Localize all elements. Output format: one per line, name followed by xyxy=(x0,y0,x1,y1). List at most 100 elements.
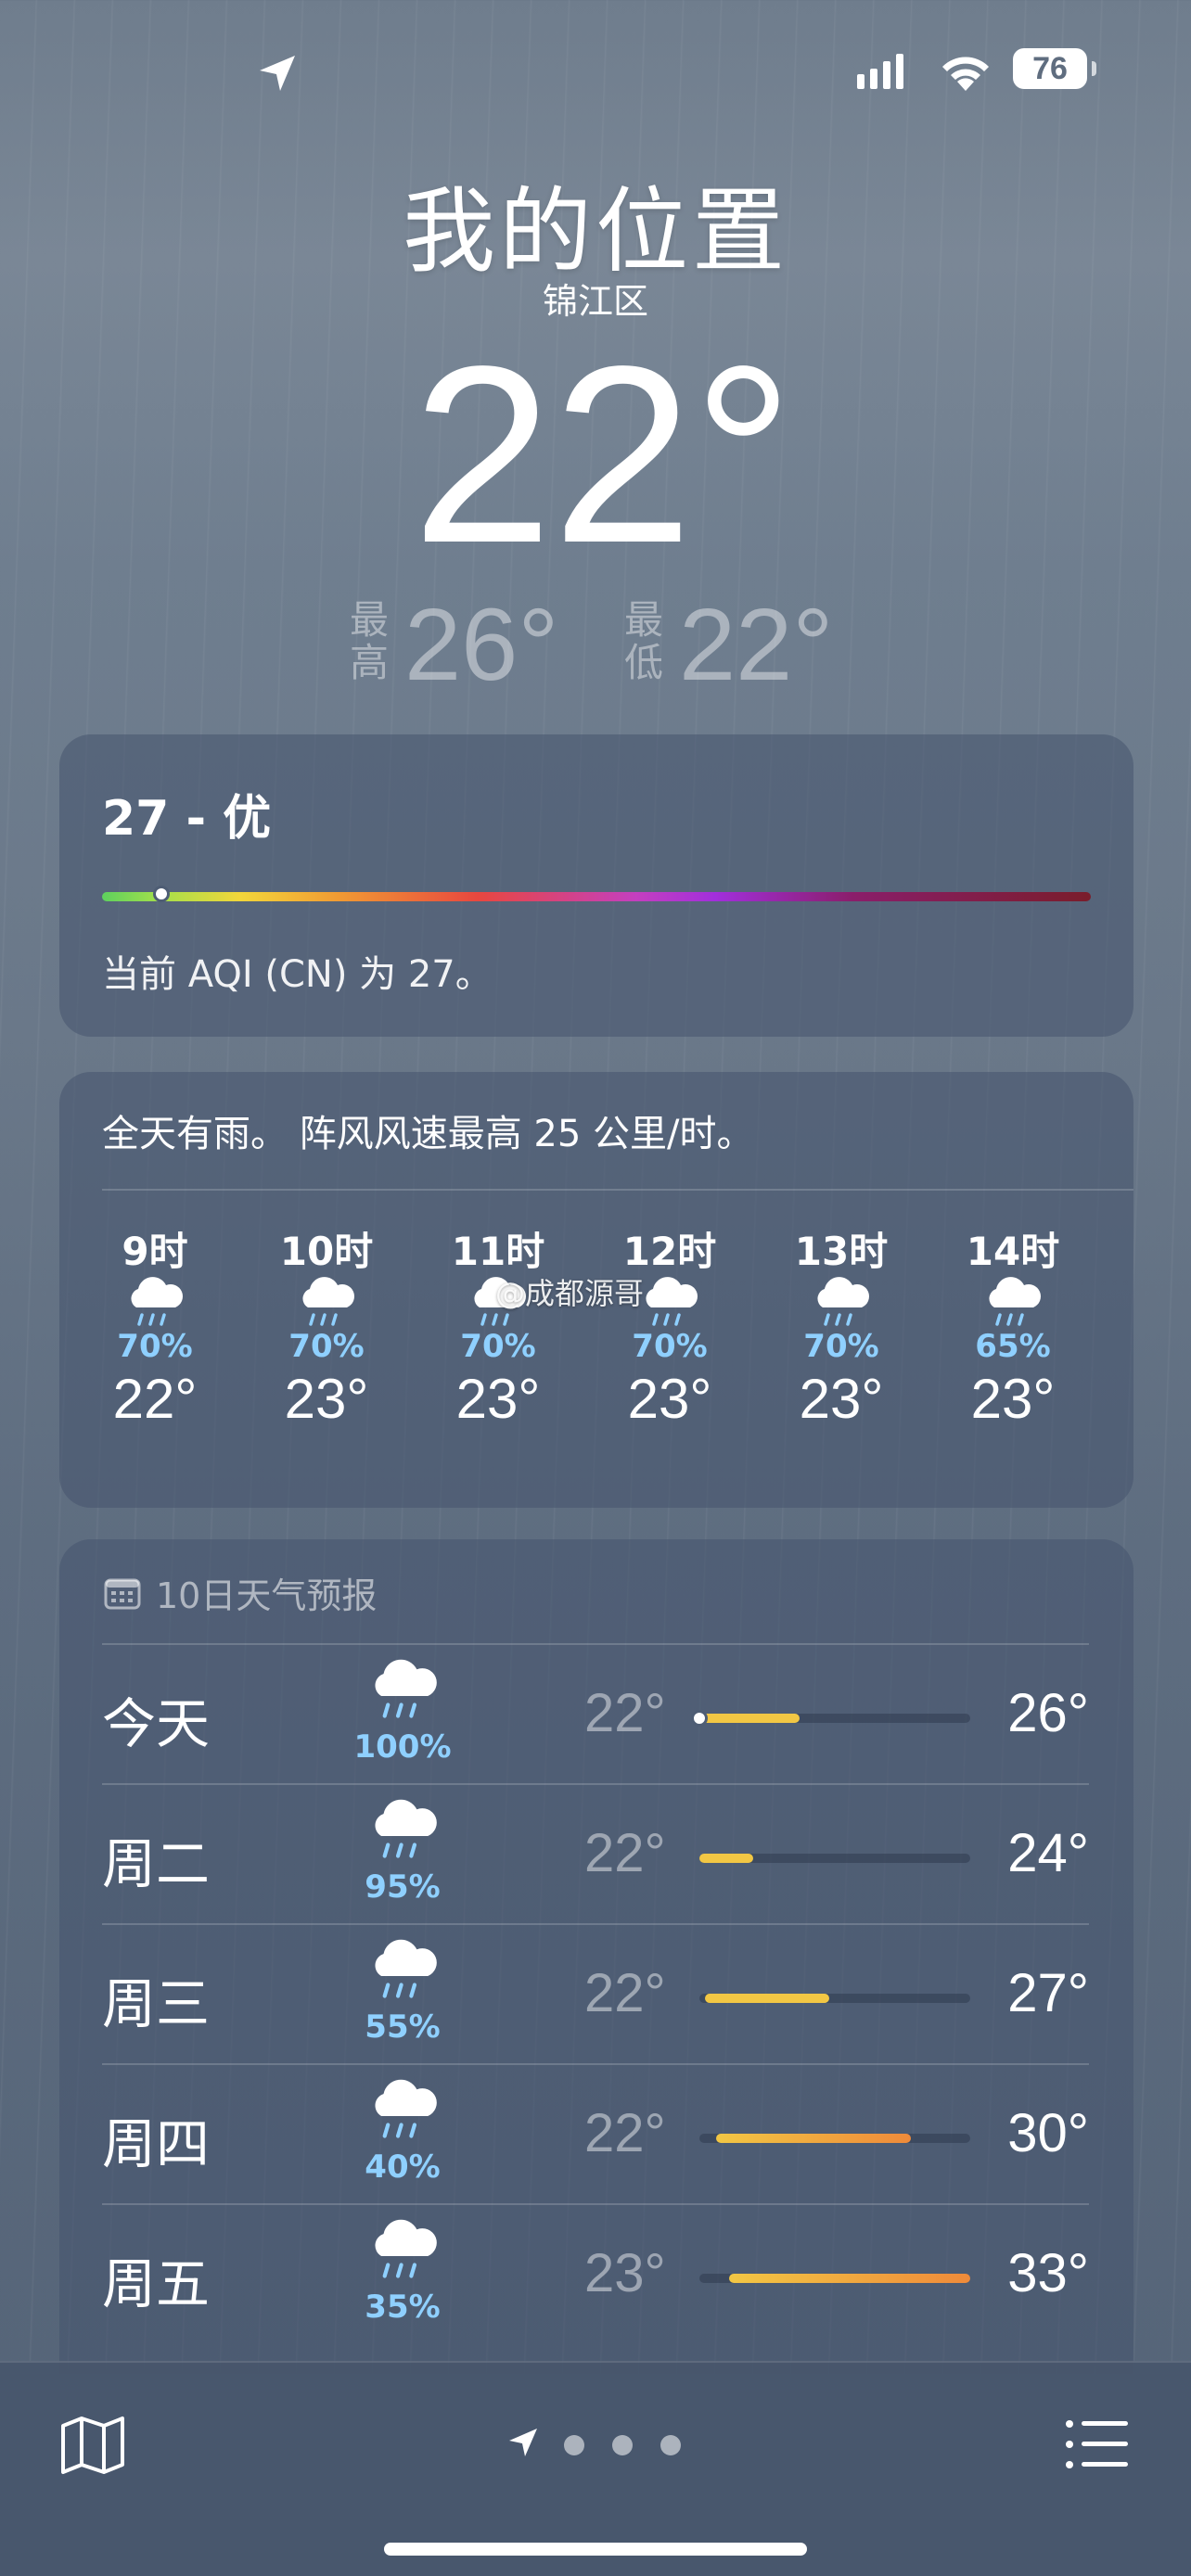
hour-precip: 70% xyxy=(632,1328,708,1365)
hour-time: 11时 xyxy=(451,1229,545,1274)
forecast-row[interactable]: 周五 35% 23° 33° xyxy=(59,2205,1133,2346)
location-title: 我的位置 xyxy=(403,177,788,286)
forecast-day: 周五 xyxy=(102,2252,211,2315)
temperature-range-track xyxy=(699,1994,970,2003)
wifi-icon xyxy=(942,57,989,91)
hour-temp: 23° xyxy=(799,1368,884,1430)
hour-time: 9时 xyxy=(122,1229,188,1274)
watermark: @成都源哥 xyxy=(495,1276,645,1311)
rain-cloud-icon xyxy=(817,1277,869,1326)
hour-temp: 23° xyxy=(455,1368,541,1430)
list-icon[interactable] xyxy=(1065,2417,1130,2472)
hour-precip: 70% xyxy=(803,1328,879,1365)
forecast-low: 22° xyxy=(584,2103,666,2163)
forecast-precip: 95% xyxy=(365,1868,441,1906)
forecast-title: 10日天气预报 xyxy=(156,1575,378,1616)
hour-item: 11时 70% 23° xyxy=(429,1220,568,1431)
page-dot[interactable] xyxy=(612,2435,633,2455)
high-label: 最高 xyxy=(349,597,389,685)
forecast-low: 22° xyxy=(584,1823,666,1883)
forecast-low: 22° xyxy=(584,1683,666,1743)
forecast-high: 27° xyxy=(1007,1963,1089,2023)
temperature-range-track xyxy=(691,1710,970,1727)
aqi-value: 27 - 优 xyxy=(102,791,272,847)
forecast-precip: 40% xyxy=(365,2149,441,2186)
temperature-range-fill xyxy=(704,1994,830,2003)
current-temperature: 22° xyxy=(412,313,794,595)
home-indicator xyxy=(384,2543,807,2556)
hour-time: 14时 xyxy=(966,1229,1060,1274)
hourly-list[interactable]: 9时 70% 22° 10时 70% 23° 11时 70% 23° 12时 70% 23° 13时 70… xyxy=(85,1220,1133,1489)
rain-cloud-icon xyxy=(375,2079,437,2138)
hour-precip: 70% xyxy=(117,1328,193,1365)
divider xyxy=(102,2063,1089,2065)
hour-temp: 23° xyxy=(284,1368,369,1430)
hour-precip: 70% xyxy=(460,1328,536,1365)
high-low-temperature: 最高 26° 最低 22° xyxy=(0,588,1191,705)
hour-precip: 70% xyxy=(288,1328,365,1365)
temperature-range-fill xyxy=(699,1854,754,1863)
forecast-day: 周三 xyxy=(102,1972,211,2035)
divider xyxy=(102,1923,1089,1925)
temperature-range-track xyxy=(699,2134,970,2143)
air-quality-card[interactable]: 27 - 优 当前 AQI (CN) 为 27。 xyxy=(59,734,1133,1037)
forecast-high: 26° xyxy=(1007,1683,1089,1743)
cellular-signal-icon xyxy=(857,54,903,89)
hour-item: 9时 70% 22° xyxy=(85,1220,224,1431)
aqi-scale-bar xyxy=(102,892,1091,901)
hour-item: 10时 70% 23° xyxy=(257,1220,396,1431)
battery-indicator: 76 xyxy=(1013,48,1096,89)
temperature-range-fill xyxy=(699,1714,800,1723)
divider xyxy=(102,1189,1133,1191)
forecast-row[interactable]: 周二 95% 22° 24° xyxy=(59,1785,1133,1926)
bottom-toolbar xyxy=(0,2361,1191,2576)
high-temperature: 26° xyxy=(404,588,559,702)
divider xyxy=(102,2203,1089,2205)
rain-cloud-icon xyxy=(375,2219,437,2278)
aqi-description: 当前 AQI (CN) 为 27。 xyxy=(102,953,493,996)
forecast-high: 30° xyxy=(1007,2103,1089,2163)
forecast-row[interactable]: 周三 55% 22° 27° xyxy=(59,1925,1133,2066)
divider xyxy=(102,1643,1089,1645)
status-bar: 76 xyxy=(0,0,1191,139)
forecast-row[interactable]: 今天 100% 22° 26° xyxy=(59,1645,1133,1786)
page-indicator[interactable] xyxy=(506,2424,692,2470)
temperature-range-fill xyxy=(729,2274,970,2283)
aqi-indicator-dot xyxy=(152,886,170,902)
hour-item: 12时 70% 23° xyxy=(600,1220,739,1431)
page-dot[interactable] xyxy=(564,2435,584,2455)
hour-precip: 65% xyxy=(975,1328,1051,1365)
rain-cloud-icon xyxy=(375,1799,437,1858)
forecast-day: 今天 xyxy=(102,1692,211,1755)
divider xyxy=(102,1783,1089,1785)
location-arrow-icon xyxy=(509,2429,537,2456)
rain-cloud-icon xyxy=(375,1659,437,1718)
hour-temp: 23° xyxy=(970,1368,1056,1430)
hour-item: 14时 65% 23° xyxy=(943,1220,1082,1431)
forecast-high: 33° xyxy=(1007,2243,1089,2303)
map-icon[interactable] xyxy=(59,2415,126,2476)
current-temperature-dot xyxy=(691,1710,708,1727)
forecast-day: 周四 xyxy=(102,2112,211,2175)
forecast-low: 22° xyxy=(584,1963,666,2023)
hour-temp: 22° xyxy=(112,1368,198,1430)
hourly-summary: 全天有雨。 阵风风速最高 25 公里/时。 xyxy=(102,1113,754,1155)
forecast-row[interactable]: 周四 40% 22° 30° xyxy=(59,2065,1133,2206)
calendar-icon xyxy=(104,1578,141,1610)
rain-cloud-icon xyxy=(989,1277,1041,1326)
page-dot[interactable] xyxy=(660,2435,681,2455)
rain-cloud-icon xyxy=(375,1939,437,1998)
low-label: 最低 xyxy=(623,597,663,685)
hour-time: 10时 xyxy=(279,1229,374,1274)
hour-temp: 23° xyxy=(627,1368,712,1430)
hour-time: 13时 xyxy=(794,1229,889,1274)
rain-cloud-icon xyxy=(302,1277,354,1326)
forecast-low: 23° xyxy=(584,2243,666,2303)
low-temperature: 22° xyxy=(679,588,834,702)
forecast-precip: 35% xyxy=(365,2289,441,2326)
forecast-day: 周二 xyxy=(102,1832,211,1895)
hour-time: 12时 xyxy=(622,1229,717,1274)
ten-day-forecast-card[interactable]: 10日天气预报 今天 100% 22° 26° 周二 95% 22° 24° 周三 55% 22° 2… xyxy=(59,1539,1133,2374)
temperature-range-track xyxy=(699,1854,970,1863)
forecast-precip: 55% xyxy=(365,2009,441,2046)
